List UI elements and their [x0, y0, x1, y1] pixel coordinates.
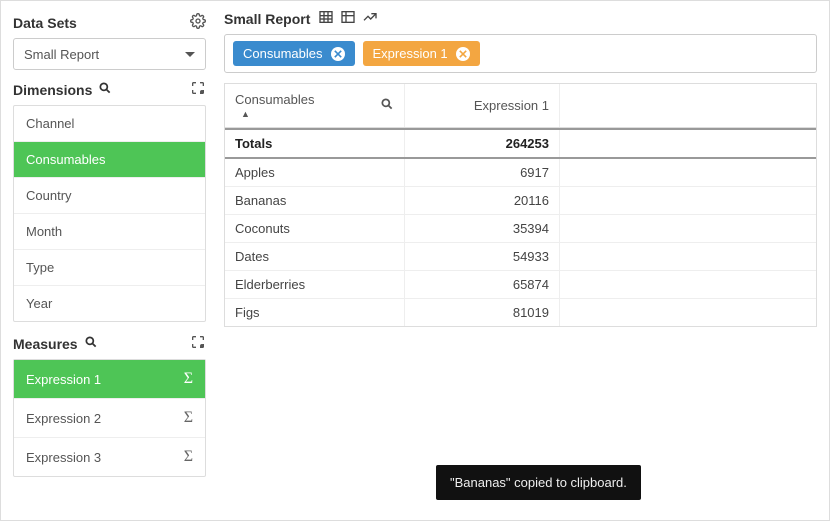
dimension-item[interactable]: Type	[14, 250, 205, 286]
search-icon[interactable]	[98, 81, 112, 98]
chip-close-icon[interactable]	[456, 47, 470, 61]
cell-value: 35394	[405, 215, 560, 242]
expand-icon[interactable]	[190, 80, 206, 99]
dataset-dropdown[interactable]: Small Report	[13, 38, 206, 70]
gear-icon[interactable]	[190, 13, 206, 32]
dataset-selected: Small Report	[24, 47, 99, 62]
chip-label: Consumables	[243, 46, 323, 61]
cell-label: Elderberries	[225, 271, 405, 298]
dimensions-list: ChannelConsumablesCountryMonthTypeYear	[13, 105, 206, 322]
cell-label: Dates	[225, 243, 405, 270]
table-row[interactable]: Apples6917	[225, 159, 816, 187]
measures-list: Expression 1 Σ Expression 2 Σ Expression 3 Σ	[13, 359, 206, 477]
filter-chip[interactable]: Consumables	[233, 41, 355, 66]
totals-value: 264253	[405, 130, 560, 157]
sigma-icon: Σ	[184, 448, 193, 466]
table-row[interactable]: Bananas20116	[225, 187, 816, 215]
dimension-item[interactable]: Country	[14, 178, 205, 214]
cell-value: 65874	[405, 271, 560, 298]
table-row[interactable]: Figs81019	[225, 299, 816, 326]
cell-value: 20116	[405, 187, 560, 214]
chip-close-icon[interactable]	[331, 47, 345, 61]
column-header-expression[interactable]: Expression 1	[474, 98, 549, 113]
datasets-title: Data Sets	[13, 15, 77, 31]
cell-label: Bananas	[225, 187, 405, 214]
caret-down-icon	[185, 52, 195, 57]
pivot-view-icon[interactable]	[340, 9, 356, 28]
cell-value: 54933	[405, 243, 560, 270]
chip-bar: Consumables Expression 1	[224, 34, 817, 73]
expand-icon[interactable]	[190, 334, 206, 353]
measure-label: Expression 1	[26, 372, 101, 387]
measure-label: Expression 3	[26, 450, 101, 465]
table-row[interactable]: Dates54933	[225, 243, 816, 271]
dimensions-title: Dimensions	[13, 82, 92, 98]
sort-asc-icon: ▲	[235, 109, 315, 119]
measures-title: Measures	[13, 336, 78, 352]
measure-item[interactable]: Expression 1 Σ	[14, 360, 205, 399]
measure-item[interactable]: Expression 2 Σ	[14, 399, 205, 438]
cell-label: Coconuts	[225, 215, 405, 242]
data-table: Consumables ▲ Expression 1 Totals 264253…	[224, 83, 817, 327]
cell-label: Figs	[225, 299, 405, 326]
column-header-consumables[interactable]: Consumables	[235, 92, 315, 107]
chip-label: Expression 1	[373, 46, 448, 61]
sigma-icon: Σ	[184, 370, 193, 388]
dimension-item[interactable]: Year	[14, 286, 205, 321]
filter-chip[interactable]: Expression 1	[363, 41, 480, 66]
report-title: Small Report	[224, 11, 310, 27]
table-row[interactable]: Elderberries65874	[225, 271, 816, 299]
dimension-item[interactable]: Month	[14, 214, 205, 250]
toast-notification: "Bananas" copied to clipboard.	[436, 465, 641, 500]
sigma-icon: Σ	[184, 409, 193, 427]
chart-view-icon[interactable]	[362, 9, 378, 28]
totals-row: Totals 264253	[225, 128, 816, 159]
cell-value: 6917	[405, 159, 560, 186]
table-view-icon[interactable]	[318, 9, 334, 28]
measure-item[interactable]: Expression 3 Σ	[14, 438, 205, 476]
measure-label: Expression 2	[26, 411, 101, 426]
table-row[interactable]: Coconuts35394	[225, 215, 816, 243]
totals-label: Totals	[225, 130, 405, 157]
dimension-item[interactable]: Consumables	[14, 142, 205, 178]
cell-value: 81019	[405, 299, 560, 326]
search-icon[interactable]	[380, 97, 394, 114]
dimension-item[interactable]: Channel	[14, 106, 205, 142]
cell-label: Apples	[225, 159, 405, 186]
search-icon[interactable]	[84, 335, 98, 352]
